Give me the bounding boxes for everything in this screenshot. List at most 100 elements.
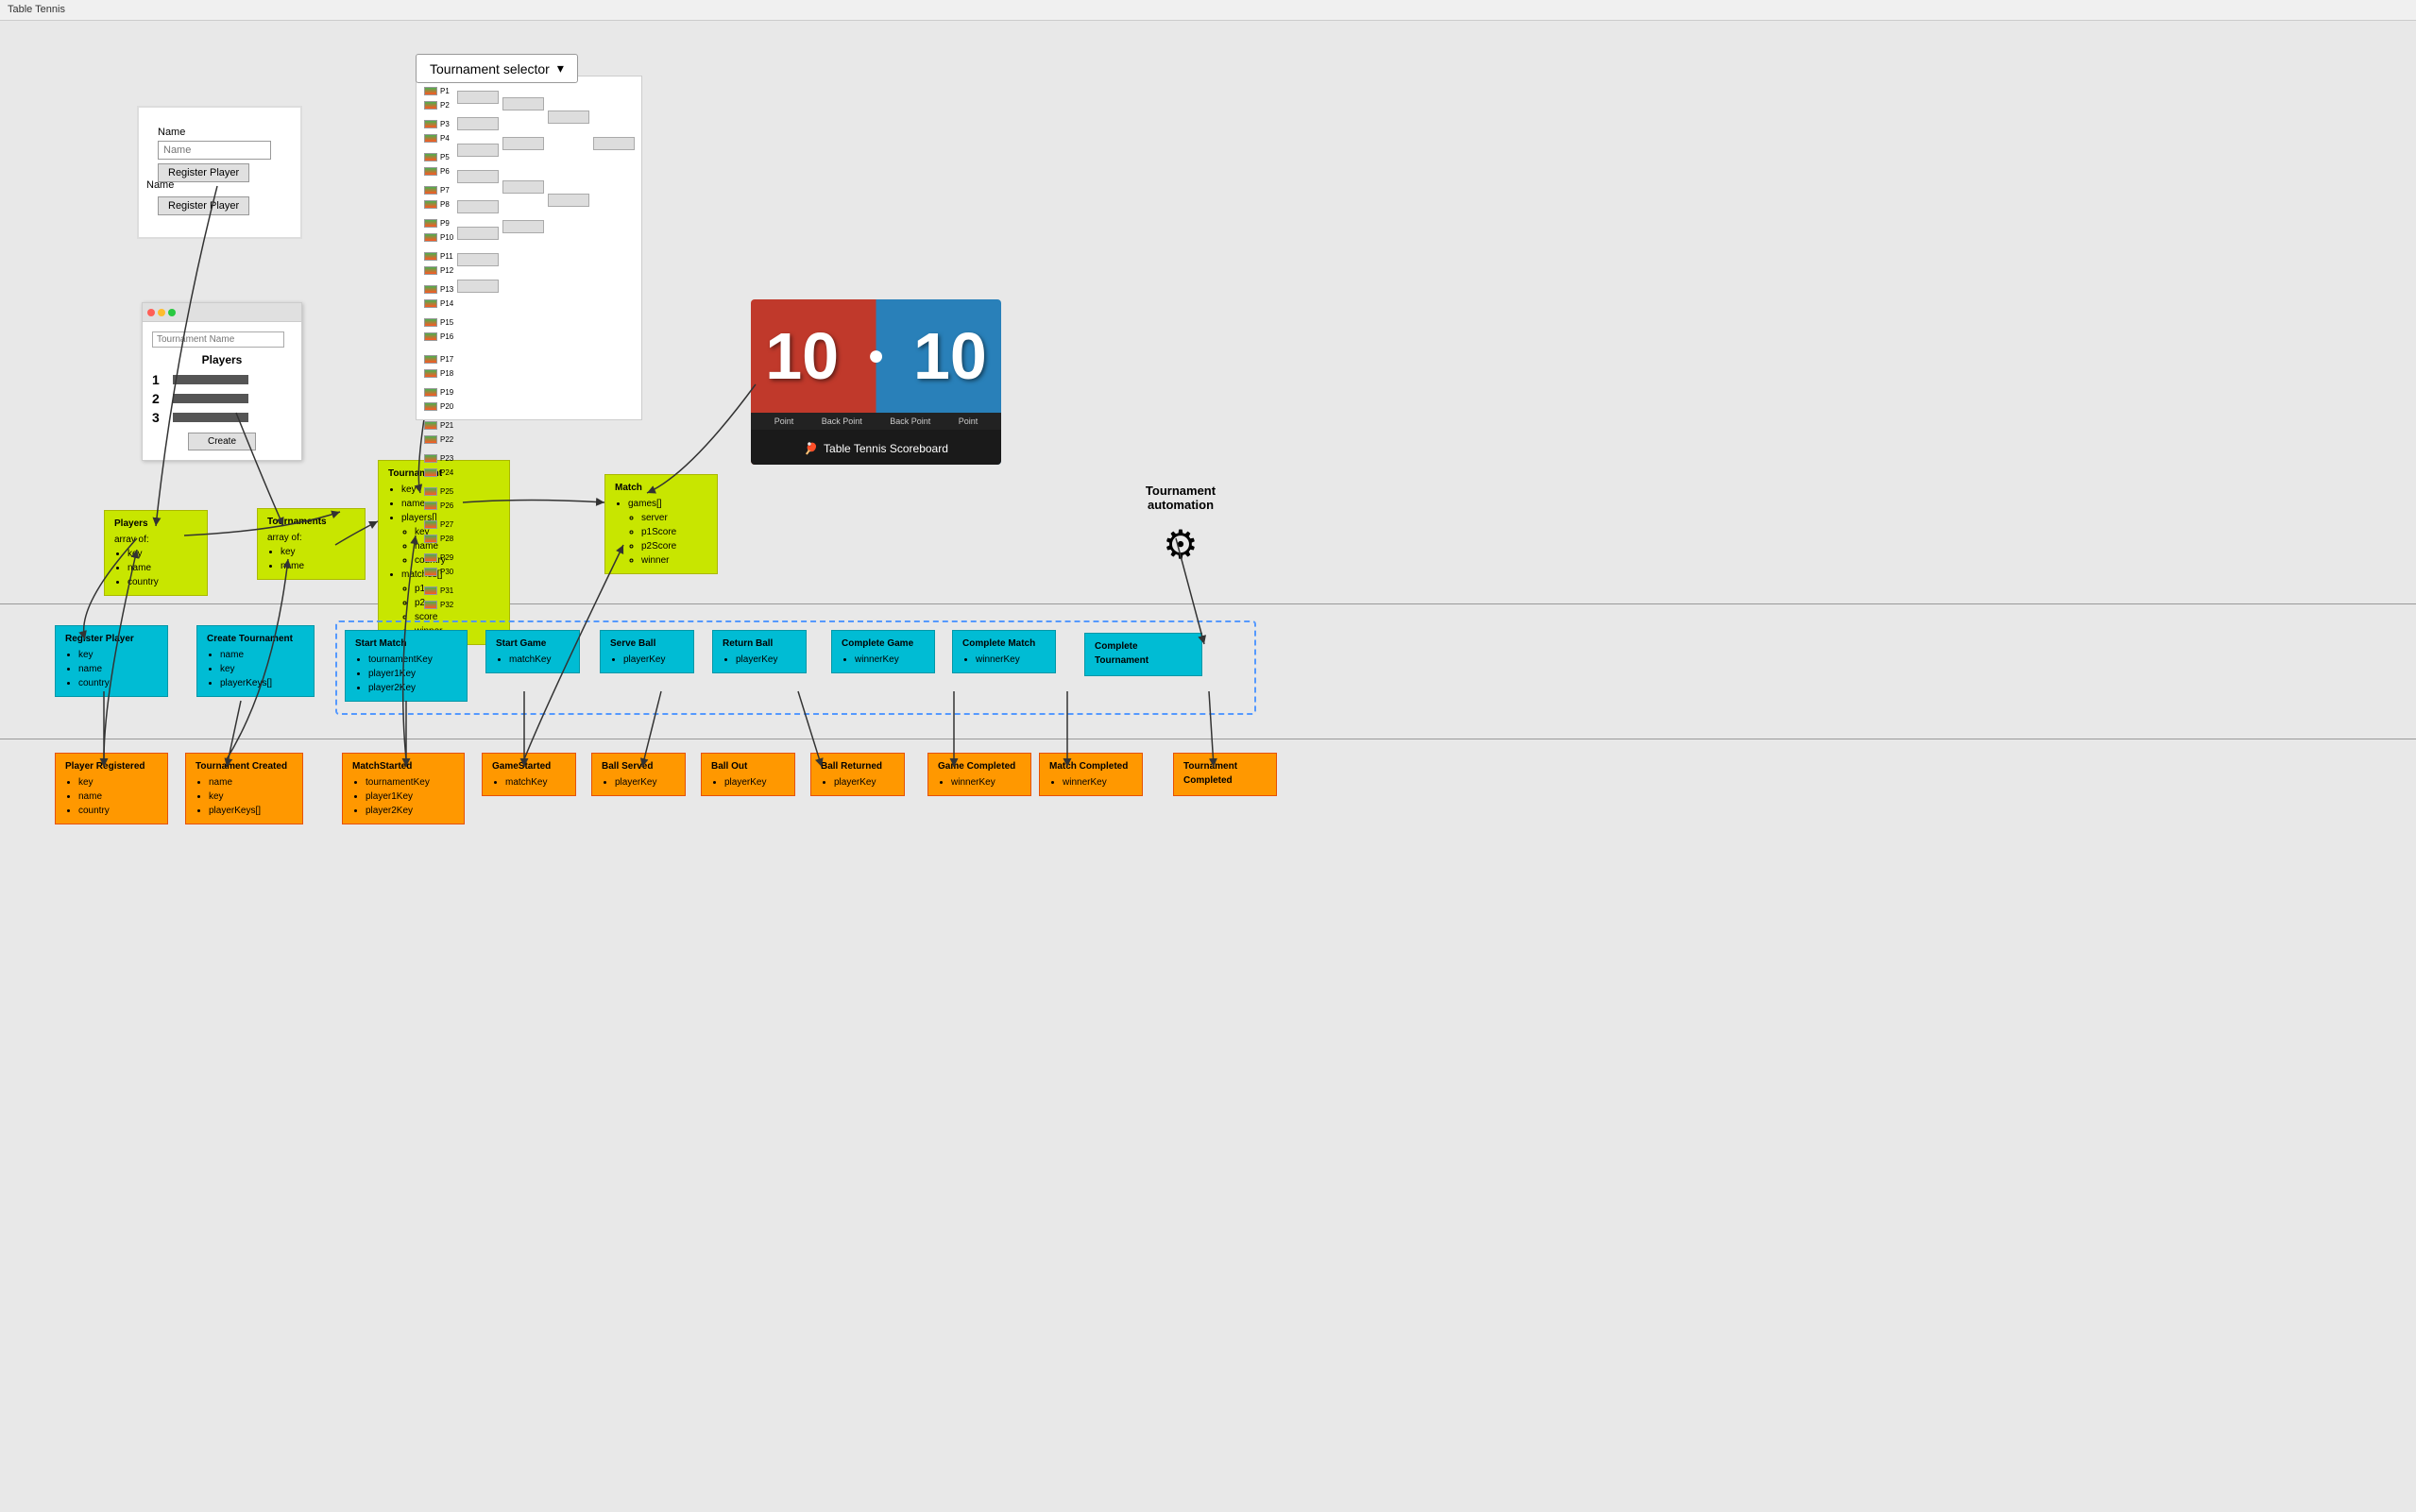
bracket-player-13: P13 bbox=[424, 282, 453, 296]
evt-bs-pk: playerKey bbox=[615, 775, 675, 790]
players-box-subtitle: array of: bbox=[114, 533, 197, 547]
player-num-1: 1 bbox=[152, 372, 167, 387]
cmd-register-player-fields: key name country bbox=[65, 648, 158, 690]
evt-ms-p1k: player1Key bbox=[366, 790, 454, 804]
bracket-player-17: P17 bbox=[424, 352, 453, 365]
event-ball-served: Ball Served playerKey bbox=[591, 753, 686, 796]
scoreboard-icon: 🏓 bbox=[804, 442, 818, 455]
cmd-create-tournament-fields: name key playerKeys[] bbox=[207, 648, 304, 690]
tournament-selector[interactable]: Tournament selector ▾ bbox=[416, 54, 578, 83]
evt-ms-p2k: player2Key bbox=[366, 804, 454, 818]
player-row-2: 2 bbox=[152, 391, 292, 406]
cmd-complete-game-title: Complete Game bbox=[842, 637, 925, 651]
bracket-window: P1 P2 P3 P4 P5 P6 P7 P8 P9 P10 P11 bbox=[416, 76, 642, 420]
canvas: Tournament selector ▾ P1 P2 P3 P4 P5 P6 … bbox=[0, 21, 2416, 1512]
command-start-match: Start Match tournamentKey player1Key pla… bbox=[345, 630, 468, 702]
evt-ms-tk: tournamentKey bbox=[366, 775, 454, 790]
players-field-name: name bbox=[128, 561, 197, 575]
event-game-completed: Game Completed winnerKey bbox=[927, 753, 1031, 796]
score-btn-backpoint-1[interactable]: Back Point bbox=[822, 416, 862, 426]
create-button[interactable]: Create bbox=[188, 433, 256, 450]
tournaments-data-box: Tournaments array of: key name bbox=[257, 508, 366, 580]
cmd-ct-key: key bbox=[220, 662, 304, 676]
m-field-server: server bbox=[641, 511, 707, 525]
t-field-m-score: score bbox=[415, 610, 500, 624]
m-field-p1score: p1Score bbox=[641, 525, 707, 539]
bracket-rounds: P1 P2 P3 P4 P5 P6 P7 P8 P9 P10 P11 bbox=[424, 84, 634, 611]
evt-tc-name: name bbox=[209, 775, 293, 790]
event-tournament-completed: Tournament Completed bbox=[1173, 753, 1277, 796]
form-name-label: Name bbox=[158, 127, 281, 138]
scoreboard-scores: 10 ● 10 bbox=[751, 299, 1001, 413]
cmd-ct-name: name bbox=[220, 648, 304, 662]
evt-ball-returned-fields: playerKey bbox=[821, 775, 894, 790]
bracket-player-21: P21 bbox=[424, 418, 453, 432]
bracket-player-23: P23 bbox=[424, 451, 453, 465]
bracket-match-r3-1 bbox=[502, 97, 544, 110]
bracket-round-4 bbox=[548, 110, 589, 611]
evt-match-started-fields: tournamentKey player1Key player2Key bbox=[352, 775, 454, 818]
score-btn-point-2[interactable]: Point bbox=[959, 416, 978, 426]
evt-tc-key: key bbox=[209, 790, 293, 804]
cmd-sm-tk: tournamentKey bbox=[368, 653, 457, 667]
command-return-ball: Return Ball playerKey bbox=[712, 630, 807, 673]
players-data-box: Players array of: key name country bbox=[104, 510, 208, 596]
evt-match-completed-title: Match Completed bbox=[1049, 759, 1132, 773]
cmd-start-game-fields: matchKey bbox=[496, 653, 570, 667]
bracket-player-19: P19 bbox=[424, 385, 453, 399]
bracket-player-2: P2 bbox=[424, 98, 453, 111]
bracket-match-r3-2 bbox=[502, 137, 544, 150]
evt-player-registered-fields: key name country bbox=[65, 775, 158, 818]
create-form-content: Players 1 2 3 Create bbox=[143, 322, 301, 460]
command-complete-tournament: Complete Tournament bbox=[1084, 633, 1202, 676]
bracket-player-10: P10 bbox=[424, 230, 453, 244]
cmd-complete-game-fields: winnerKey bbox=[842, 653, 925, 667]
player-bar-2 bbox=[173, 394, 248, 403]
bracket-match-r2-4 bbox=[457, 170, 499, 183]
player-num-2: 2 bbox=[152, 391, 167, 406]
evt-pr-name: name bbox=[78, 790, 158, 804]
score-btn-backpoint-2[interactable]: Back Point bbox=[890, 416, 930, 426]
cmd-start-match-title: Start Match bbox=[355, 637, 457, 651]
bracket-player-16: P16 bbox=[424, 330, 453, 343]
score-btn-point-1[interactable]: Point bbox=[774, 416, 794, 426]
bracket-player-32: P32 bbox=[424, 598, 453, 611]
evt-player-registered-title: Player Registered bbox=[65, 759, 158, 773]
command-create-tournament: Create Tournament name key playerKeys[] bbox=[196, 625, 315, 697]
bracket-match-r2-8 bbox=[457, 280, 499, 293]
evt-game-started-title: GameStarted bbox=[492, 759, 566, 773]
evt-ball-served-title: Ball Served bbox=[602, 759, 675, 773]
scoreboard-buttons: Point Back Point Back Point Point bbox=[751, 413, 1001, 430]
bracket-player-12: P12 bbox=[424, 263, 453, 277]
register-player-button-2[interactable]: Register Player bbox=[158, 196, 249, 215]
bracket-row-1: P1 P2 P3 P4 P5 P6 P7 P8 P9 P10 P11 bbox=[424, 84, 634, 611]
event-tournament-created: Tournament Created name key playerKeys[] bbox=[185, 753, 303, 824]
cmd-register-player-title: Register Player bbox=[65, 632, 158, 646]
players-box-title: Players bbox=[114, 517, 197, 531]
gear-icon: ⚙ bbox=[1119, 521, 1242, 568]
evt-mc-wk: winnerKey bbox=[1063, 775, 1132, 790]
players-field-country: country bbox=[128, 575, 197, 589]
cmd-complete-match-fields: winnerKey bbox=[962, 653, 1046, 667]
tournament-name-input[interactable] bbox=[152, 331, 284, 348]
evt-game-started-fields: matchKey bbox=[492, 775, 566, 790]
name-input[interactable] bbox=[158, 141, 271, 160]
m-field-games: games[] server p1Score p2Score winner bbox=[628, 497, 707, 568]
player-row-1: 1 bbox=[152, 372, 292, 387]
evt-pr-key: key bbox=[78, 775, 158, 790]
event-match-started: MatchStarted tournamentKey player1Key pl… bbox=[342, 753, 465, 824]
tournaments-box-fields: key name bbox=[267, 545, 355, 573]
cmd-cm-wk: winnerKey bbox=[976, 653, 1046, 667]
evt-match-completed-fields: winnerKey bbox=[1049, 775, 1132, 790]
evt-ball-returned-title: Ball Returned bbox=[821, 759, 894, 773]
score-divider: ● bbox=[867, 340, 884, 372]
bracket-player-7: P7 bbox=[424, 183, 453, 196]
bracket-player-27: P27 bbox=[424, 518, 453, 531]
bracket-match-r2-2 bbox=[457, 117, 499, 130]
cmd-sb-pk: playerKey bbox=[623, 653, 684, 667]
command-complete-match: Complete Match winnerKey bbox=[952, 630, 1056, 673]
name-label-external: Name bbox=[146, 179, 174, 191]
divider-line bbox=[0, 603, 2416, 604]
window-close-dot bbox=[147, 309, 155, 316]
player-num-3: 3 bbox=[152, 410, 167, 425]
